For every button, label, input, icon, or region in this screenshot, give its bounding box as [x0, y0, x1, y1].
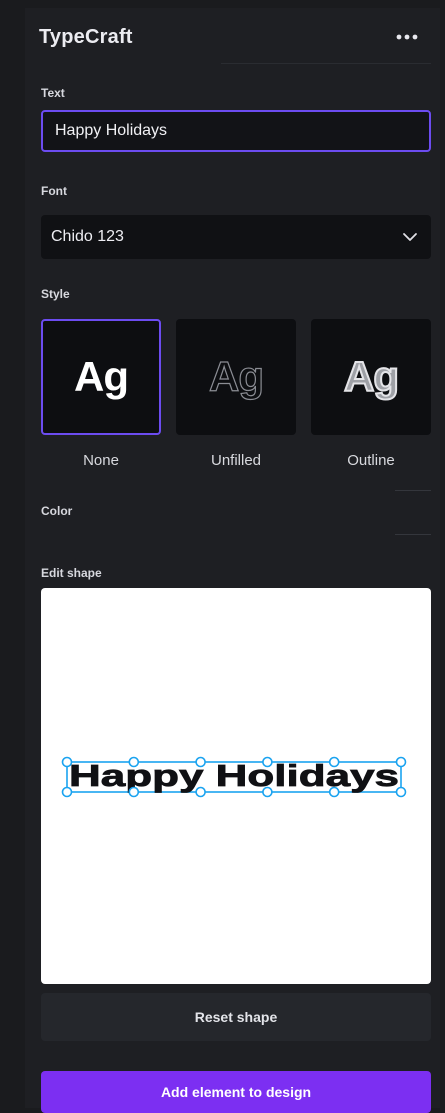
edit-shape-label: Edit shape [41, 566, 102, 580]
shape-control-handle[interactable] [262, 756, 273, 768]
style-preview-none: Ag [74, 353, 129, 400]
text-input[interactable] [41, 110, 431, 152]
shape-control-handle[interactable] [395, 786, 407, 798]
shape-control-handle[interactable] [61, 786, 73, 798]
style-preview-outline: Ag [343, 352, 400, 401]
shape-control-handle[interactable] [395, 756, 407, 768]
shape-control-handle[interactable] [128, 786, 140, 798]
font-select[interactable]: Chido 123 [41, 215, 431, 259]
style-option-unfilled[interactable]: Ag [176, 319, 296, 435]
app-title: TypeCraft [39, 26, 133, 48]
shape-editor-canvas[interactable]: Happy Holidays [41, 588, 431, 984]
divider [395, 490, 431, 491]
font-label: Font [41, 184, 67, 198]
shape-preview-text[interactable]: Happy Holidays [69, 758, 400, 794]
shape-control-handle[interactable] [128, 756, 140, 768]
shape-control-handle[interactable] [328, 786, 340, 798]
style-option-outline[interactable]: Ag [311, 319, 431, 435]
header-divider [221, 63, 431, 64]
style-option-none[interactable]: Ag [41, 319, 161, 435]
style-preview-unfilled: Ag [208, 352, 264, 400]
add-element-button[interactable]: Add element to design [41, 1071, 431, 1113]
color-label: Color [41, 504, 73, 518]
style-caption-none[interactable]: None [41, 452, 161, 469]
style-caption-unfilled[interactable]: Unfilled [176, 452, 296, 469]
style-caption-outline[interactable]: Outline [311, 452, 431, 469]
typecraft-panel: TypeCraft Text Font Chido 123 Style Ag A… [25, 8, 440, 1113]
more-horizontal-icon [396, 34, 418, 40]
text-label: Text [41, 86, 65, 100]
shape-control-handle[interactable] [61, 756, 73, 768]
more-options-button[interactable] [392, 24, 422, 50]
shape-control-handle[interactable] [328, 756, 340, 768]
divider [395, 534, 431, 535]
font-select-value: Chido 123 [51, 228, 124, 245]
reset-shape-button[interactable]: Reset shape [41, 993, 431, 1041]
chevron-down-icon [401, 229, 419, 250]
shape-control-handle[interactable] [195, 786, 206, 798]
shape-control-handle[interactable] [262, 786, 273, 798]
style-label: Style [41, 287, 70, 301]
shape-control-handle[interactable] [195, 756, 206, 768]
